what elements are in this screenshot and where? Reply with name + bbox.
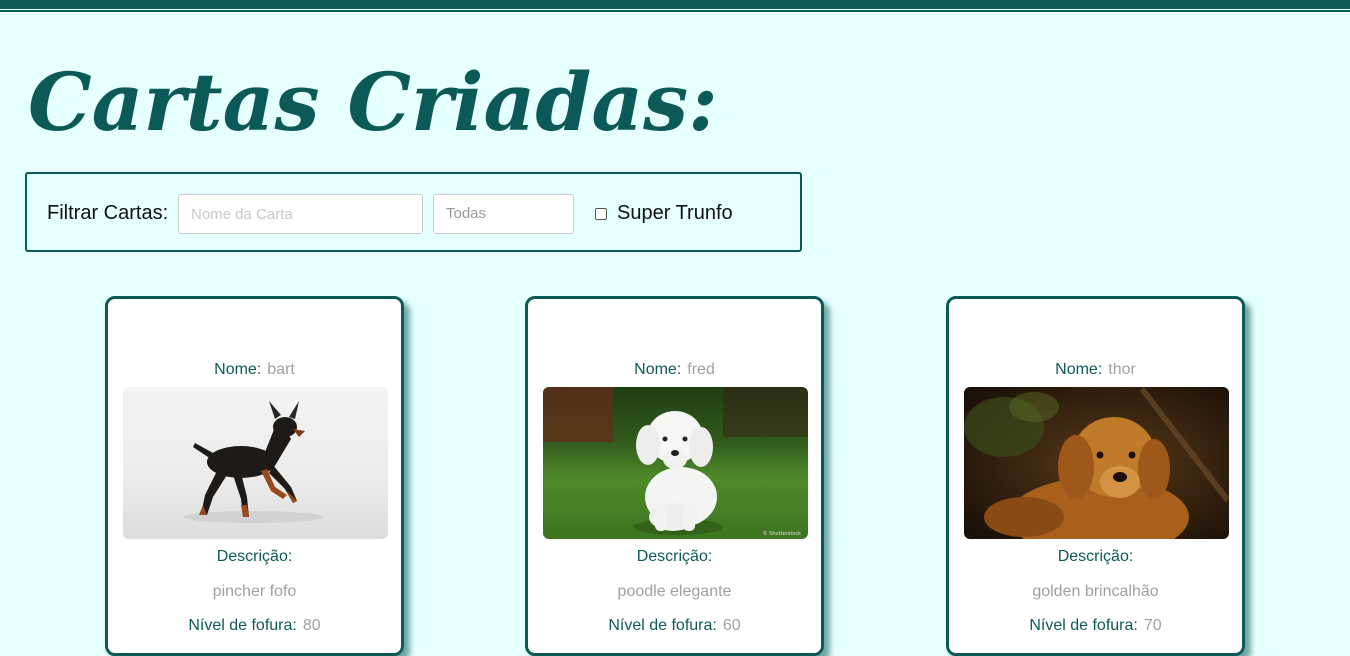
svg-text:© Shutterstock: © Shutterstock [763, 530, 802, 537]
golden-retriever-photo [964, 387, 1229, 539]
card-description: golden brincalhão [1032, 583, 1159, 600]
card-name-row: Nome: fred [528, 361, 821, 379]
card-name-filter-input[interactable] [178, 194, 423, 234]
page-title: Cartas Criadas: [28, 55, 718, 149]
card-attr1-label: Nível de fofura: [608, 617, 717, 634]
card-name: thor [1108, 361, 1136, 378]
card-thor: Nome: thor Descrição: golden brincalhão … [946, 296, 1245, 656]
card-attr1-row: Nível de fofura: 60 [528, 617, 821, 635]
card-attr1-label: Nível de fofura: [188, 617, 297, 634]
super-trunfo-checkbox[interactable] [595, 208, 607, 220]
card-name-row: Nome: bart [108, 361, 401, 379]
poodle-photo: © Shutterstock [543, 387, 808, 539]
card-fred: Nome: fred © Shutterstock Descrição: poo… [525, 296, 824, 656]
top-bar-gap [0, 9, 1350, 10]
card-image [964, 387, 1229, 539]
card-image [123, 387, 388, 539]
filter-panel: Filtrar Cartas: Todas Super Trunfo [25, 172, 802, 252]
card-name: fred [687, 361, 715, 378]
super-trunfo-label: Super Trunfo [617, 202, 733, 224]
card-bart: Nome: bart Descrição: pincher fofo Nível… [105, 296, 404, 656]
card-name-label: Nome: [634, 361, 682, 378]
card-name: bart [267, 361, 295, 378]
card-name-row: Nome: thor [949, 361, 1242, 379]
card-description-label: Descrição: [216, 548, 293, 565]
card-description: pincher fofo [212, 583, 297, 600]
pinscher-photo [123, 387, 388, 539]
rarity-filter-select[interactable]: Todas [433, 194, 574, 234]
card-description: poodle elegante [617, 583, 732, 600]
card-attr1-value: 60 [722, 617, 741, 634]
card-attr1-label: Nível de fofura: [1029, 617, 1138, 634]
card-attr1-row: Nível de fofura: 80 [108, 617, 401, 635]
top-bar [0, 0, 1350, 12]
card-image: © Shutterstock [543, 387, 808, 539]
card-description-label: Descrição: [1057, 548, 1134, 565]
card-attr1-value: 70 [1143, 617, 1162, 634]
card-description-label: Descrição: [636, 548, 713, 565]
card-attr1-value: 80 [302, 617, 321, 634]
filter-label: Filtrar Cartas: [47, 202, 169, 224]
card-name-label: Nome: [1055, 361, 1103, 378]
card-attr1-row: Nível de fofura: 70 [949, 617, 1242, 635]
card-name-label: Nome: [214, 361, 262, 378]
